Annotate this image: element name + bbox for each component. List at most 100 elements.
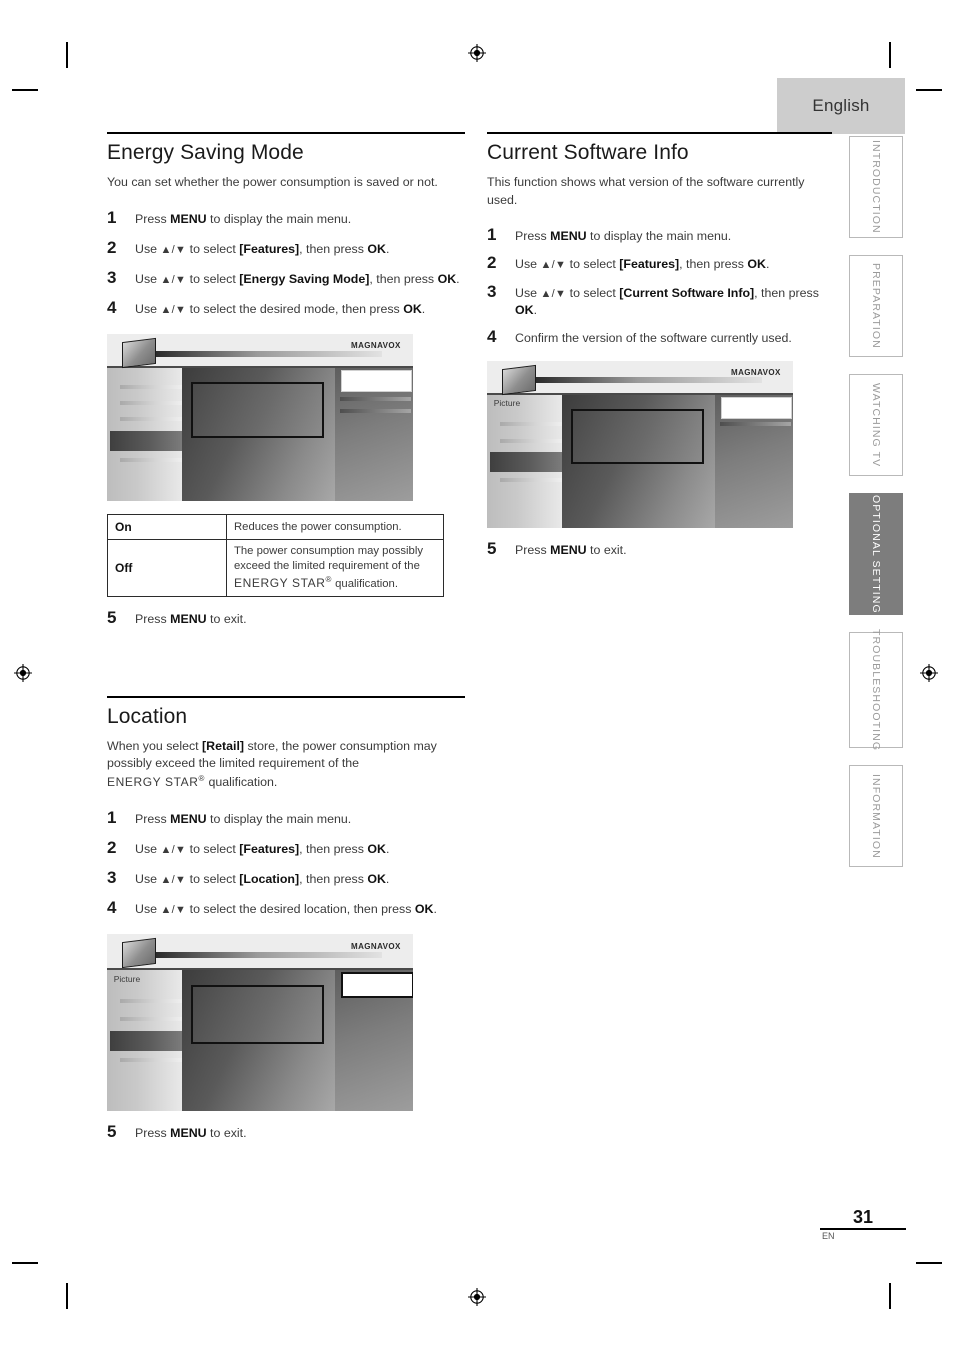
registration-target-left xyxy=(14,664,32,682)
list-item: 2 Use ▲/▼ to select [Features], then pre… xyxy=(107,238,465,258)
tab-preparation-label: PREPARATION xyxy=(870,263,882,349)
step-number: 5 xyxy=(107,607,117,627)
osd-highlight-box xyxy=(191,985,324,1044)
step-number: 3 xyxy=(487,281,497,301)
step-list-current-software-info: 1 Press MENU to display the main menu. 2… xyxy=(487,226,832,347)
tab-optional-setting-label: OPTIONAL SETTING xyxy=(870,494,882,614)
crop-mark-bottom-right-vertical xyxy=(889,1283,891,1309)
list-item: 1 Press MENU to display the main menu. xyxy=(107,207,465,228)
osd-highlight-box xyxy=(191,382,324,438)
osd-center-panel xyxy=(561,392,715,528)
osd-menu-row xyxy=(120,457,182,462)
osd-menu-row xyxy=(120,417,182,422)
osd-left-panel: Picture xyxy=(107,967,182,1112)
crop-mark-bottom-left-vertical xyxy=(66,1283,68,1309)
step-number: 1 xyxy=(107,207,117,227)
osd-selected-row xyxy=(109,430,182,451)
osd-highlight-box xyxy=(571,408,704,465)
osd-header-bar: MAGNAVOX xyxy=(107,334,413,369)
section-intro-location: When you select [Retail] store, the powe… xyxy=(107,738,437,790)
tv-icon xyxy=(502,364,537,395)
osd-menu-row xyxy=(500,422,562,427)
step-list-energy-saving-mode: 1 Press MENU to display the main menu. 2… xyxy=(107,207,465,319)
step-text: Press MENU to exit. xyxy=(135,611,247,626)
step-text: Use ▲/▼ to select the desired mode, then… xyxy=(135,302,426,317)
table-cell-key: Off xyxy=(107,539,227,597)
final-step-energy-saving-mode: 5 Press MENU to exit. xyxy=(107,607,465,628)
step-text: Press MENU to exit. xyxy=(135,1126,247,1141)
osd-value-field xyxy=(341,370,412,393)
crop-mark-top-left-horizontal xyxy=(12,89,38,91)
tab-optional-setting[interactable]: OPTIONAL SETTING xyxy=(849,493,903,615)
osd-screenshot-energy-saving-mode: MAGNAVOX xyxy=(107,334,413,502)
tab-troubleshooting[interactable]: TROUBLESHOOTING xyxy=(849,629,903,751)
tab-preparation[interactable]: PREPARATION xyxy=(849,255,903,357)
osd-right-panel xyxy=(334,967,413,1112)
step-number: 3 xyxy=(107,267,117,287)
final-step-current-software-info: 5 Press MENU to exit. xyxy=(487,540,832,559)
step-number: 3 xyxy=(107,867,117,887)
step-number: 1 xyxy=(107,807,117,827)
folio-language-code: EN xyxy=(822,1231,835,1241)
osd-screenshot-location: Picture MAGNAVOX xyxy=(107,934,413,1112)
folio-rule xyxy=(820,1228,906,1230)
list-item: 5 Press MENU to exit. xyxy=(107,607,465,628)
step-number: 2 xyxy=(487,253,497,273)
table-row: On Reduces the power consumption. xyxy=(107,514,444,541)
tab-introduction-label: INTRODUCTION xyxy=(870,140,882,234)
list-item: 2 Use ▲/▼ to select [Features], then pre… xyxy=(487,254,832,273)
osd-left-panel-label: Picture xyxy=(113,973,141,984)
right-column: Current Software Info This function show… xyxy=(487,132,832,570)
osd-selected-row xyxy=(109,1030,182,1051)
osd-left-panel: Picture xyxy=(487,392,562,528)
tab-watching-tv[interactable]: WATCHING TV xyxy=(849,374,903,476)
osd-left-panel-label: Picture xyxy=(493,398,521,409)
step-list-location: 1 Press MENU to display the main menu. 2… xyxy=(107,807,465,919)
step-text: Press MENU to display the main menu. xyxy=(515,229,732,244)
tab-information-label: INFORMATION xyxy=(870,773,882,859)
magnavox-logo: MAGNAVOX xyxy=(351,341,401,351)
osd-header-gradient xyxy=(155,350,383,357)
osd-menu-row xyxy=(339,397,412,402)
osd-header-gradient xyxy=(535,377,763,384)
list-item: 4 Use ▲/▼ to select the desired location… xyxy=(107,899,465,918)
list-item: 3 Use ▲/▼ to select [Location], then pre… xyxy=(107,869,465,888)
section-location: Location When you select [Retail] store,… xyxy=(107,695,465,1143)
osd-header-bar: MAGNAVOX xyxy=(487,360,793,395)
step-text: Use ▲/▼ to select the desired location, … xyxy=(135,902,437,917)
osd-menu-row xyxy=(719,422,792,427)
tab-introduction[interactable]: INTRODUCTION xyxy=(849,136,903,238)
osd-menu-row xyxy=(339,409,412,414)
osd-menu-row xyxy=(500,477,562,482)
step-text: Press MENU to exit. xyxy=(515,542,627,557)
list-item: 5 Press MENU to exit. xyxy=(487,540,832,559)
step-text: Press MENU to display the main menu. xyxy=(135,811,352,826)
page-title-energy-saving-mode: Energy Saving Mode xyxy=(107,141,304,164)
osd-value-field xyxy=(341,972,413,998)
step-number: 1 xyxy=(487,225,497,245)
tab-information[interactable]: INFORMATION xyxy=(849,765,903,867)
language-chip: English xyxy=(777,78,905,134)
crop-mark-bottom-left-horizontal xyxy=(12,1262,38,1264)
registration-target-bottom xyxy=(468,1288,486,1306)
osd-menu-row xyxy=(500,438,562,443)
list-item: 3 Use ▲/▼ to select [Energy Saving Mode]… xyxy=(107,269,465,288)
step-text: Use ▲/▼ to select [Location], then press… xyxy=(135,871,390,886)
osd-menu-row xyxy=(120,1058,182,1063)
crop-mark-top-left-vertical xyxy=(66,42,68,68)
step-text: Confirm the version of the software curr… xyxy=(515,330,792,345)
table-row: Off The power consumption may possibly e… xyxy=(107,539,444,597)
table-cell-value: The power consumption may possibly excee… xyxy=(226,539,444,597)
registration-target-top xyxy=(468,44,486,62)
step-text: Use ▲/▼ to select [Current Software Info… xyxy=(515,285,819,317)
section-rule xyxy=(107,132,465,134)
crop-mark-top-right-vertical xyxy=(889,42,891,68)
value-table-energy-saving-mode: On Reduces the power consumption. Off Th… xyxy=(107,514,444,597)
section-intro-current-software-info: This function shows what version of the … xyxy=(487,175,805,207)
osd-header-gradient xyxy=(155,951,383,958)
registration-target-right xyxy=(920,664,938,682)
step-number: 4 xyxy=(487,326,497,346)
section-rule xyxy=(107,695,465,698)
crop-mark-top-right-horizontal xyxy=(916,89,942,91)
osd-right-panel xyxy=(334,365,413,502)
